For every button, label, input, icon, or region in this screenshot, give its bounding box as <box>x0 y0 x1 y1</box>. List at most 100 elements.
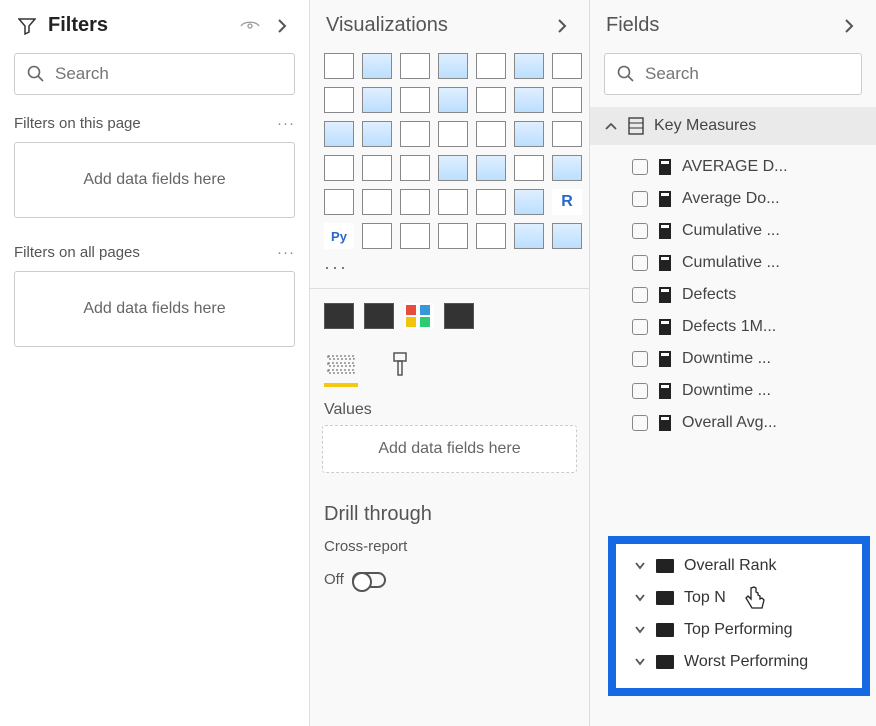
viz-area[interactable] <box>324 87 354 113</box>
viz-map[interactable] <box>438 121 468 147</box>
filters-search[interactable] <box>14 53 295 95</box>
measure-icon <box>658 190 672 208</box>
viz-funnel[interactable] <box>552 121 582 147</box>
fields-search-input[interactable] <box>645 64 866 84</box>
viz-pie[interactable] <box>324 121 354 147</box>
measure-item[interactable]: Cumulative ... <box>590 215 876 247</box>
measure-item[interactable]: AVERAGE D... <box>590 151 876 183</box>
viz-line-clustered[interactable] <box>438 87 468 113</box>
folder-label: Worst Performing <box>684 653 808 671</box>
more-icon[interactable]: ··· <box>277 115 295 132</box>
measure-item[interactable]: Average Do... <box>590 183 876 215</box>
viz-donut[interactable] <box>362 121 392 147</box>
viz-gauge[interactable] <box>324 155 354 181</box>
checkbox[interactable] <box>632 223 648 239</box>
viz-scatter[interactable] <box>552 87 582 113</box>
folder-overall-rank[interactable]: Overall Rank <box>616 550 862 582</box>
checkbox[interactable] <box>632 351 648 367</box>
viz-powerapps[interactable] <box>362 189 392 215</box>
more-icon[interactable]: ··· <box>277 244 295 261</box>
collapse-icon[interactable] <box>271 15 293 37</box>
filters-all-label: Filters on all pages <box>14 244 140 261</box>
custom-viz-1[interactable] <box>324 303 354 329</box>
filters-pane: Filters Filters on this page ··· Add dat… <box>0 0 310 726</box>
viz-kpi[interactable] <box>438 155 468 181</box>
viz-stacked-bar[interactable] <box>324 53 354 79</box>
viz-decomposition[interactable] <box>438 189 468 215</box>
measure-item[interactable]: Overall Avg... <box>590 407 876 439</box>
viz-multi-card[interactable] <box>400 155 430 181</box>
checkbox[interactable] <box>632 191 648 207</box>
measure-item[interactable]: Downtime ... <box>590 343 876 375</box>
viz-waterfall[interactable] <box>514 87 544 113</box>
measure-icon <box>658 382 672 400</box>
viz-r-script[interactable]: R <box>552 189 582 215</box>
custom-viz-4[interactable] <box>444 303 474 329</box>
filters-title: Filters <box>48 14 229 37</box>
viz-paginated[interactable] <box>514 189 544 215</box>
measure-item[interactable]: Downtime ... <box>590 375 876 407</box>
fields-tab[interactable] <box>324 349 358 379</box>
viz-treemap[interactable] <box>400 121 430 147</box>
format-tab[interactable] <box>382 349 416 379</box>
viz-custom-3[interactable] <box>438 223 468 249</box>
filters-page-dropzone[interactable]: Add data fields here <box>14 142 295 218</box>
filters-all-dropzone[interactable]: Add data fields here <box>14 271 295 347</box>
viz-100-bar[interactable] <box>476 53 506 79</box>
viz-matrix[interactable] <box>552 155 582 181</box>
viz-custom-6[interactable] <box>552 223 582 249</box>
measure-item[interactable]: Cumulative ... <box>590 247 876 279</box>
checkbox[interactable] <box>632 255 648 271</box>
folder-icon <box>656 655 674 669</box>
cross-report-toggle[interactable] <box>352 572 386 588</box>
cross-report-label: Cross-report <box>310 532 589 557</box>
viz-line-stacked[interactable] <box>400 87 430 113</box>
viz-shape-map[interactable] <box>514 121 544 147</box>
table-key-measures[interactable]: Key Measures <box>590 107 876 145</box>
filters-search-input[interactable] <box>55 64 282 84</box>
measure-icon <box>658 318 672 336</box>
viz-custom-2[interactable] <box>400 223 430 249</box>
collapse-icon[interactable] <box>838 15 860 37</box>
table-icon <box>628 117 644 135</box>
collapse-icon[interactable] <box>551 15 573 37</box>
measure-item[interactable]: Defects <box>590 279 876 311</box>
viz-qna[interactable] <box>476 189 506 215</box>
viz-custom-4[interactable] <box>476 223 506 249</box>
viz-stacked-column[interactable] <box>400 53 430 79</box>
viz-ribbon[interactable] <box>476 87 506 113</box>
viz-key-influencers[interactable] <box>400 189 430 215</box>
checkbox[interactable] <box>632 287 648 303</box>
folder-label: Overall Rank <box>684 557 776 575</box>
viz-card[interactable] <box>362 155 392 181</box>
measure-item[interactable]: Defects 1M... <box>590 311 876 343</box>
viz-stacked-area[interactable] <box>362 87 392 113</box>
checkbox[interactable] <box>632 383 648 399</box>
viz-clustered-column[interactable] <box>438 53 468 79</box>
cross-report-toggle-row: Off <box>310 557 589 602</box>
checkbox[interactable] <box>632 319 648 335</box>
viz-more-icon[interactable]: ··· <box>310 257 589 288</box>
custom-viz-3[interactable] <box>404 303 434 329</box>
measure-icon <box>658 158 672 176</box>
viz-python[interactable]: Py <box>324 223 354 249</box>
checkbox[interactable] <box>632 159 648 175</box>
folder-top-performing[interactable]: Top Performing <box>616 614 862 646</box>
viz-filled-map[interactable] <box>476 121 506 147</box>
checkbox[interactable] <box>632 415 648 431</box>
folder-worst-performing[interactable]: Worst Performing <box>616 646 862 678</box>
viz-clustered-bar[interactable] <box>362 53 392 79</box>
viz-gallery: R Py <box>310 47 589 257</box>
viz-arcgis[interactable] <box>324 189 354 215</box>
eye-icon[interactable] <box>239 15 261 37</box>
viz-100-column[interactable] <box>514 53 544 79</box>
viz-custom-1[interactable] <box>362 223 392 249</box>
folder-top-n[interactable]: Top N <box>616 582 862 614</box>
viz-table[interactable] <box>514 155 544 181</box>
custom-viz-2[interactable] <box>364 303 394 329</box>
viz-custom-5[interactable] <box>514 223 544 249</box>
fields-search[interactable] <box>604 53 862 95</box>
viz-line[interactable] <box>552 53 582 79</box>
values-dropzone[interactable]: Add data fields here <box>322 425 577 473</box>
viz-slicer[interactable] <box>476 155 506 181</box>
